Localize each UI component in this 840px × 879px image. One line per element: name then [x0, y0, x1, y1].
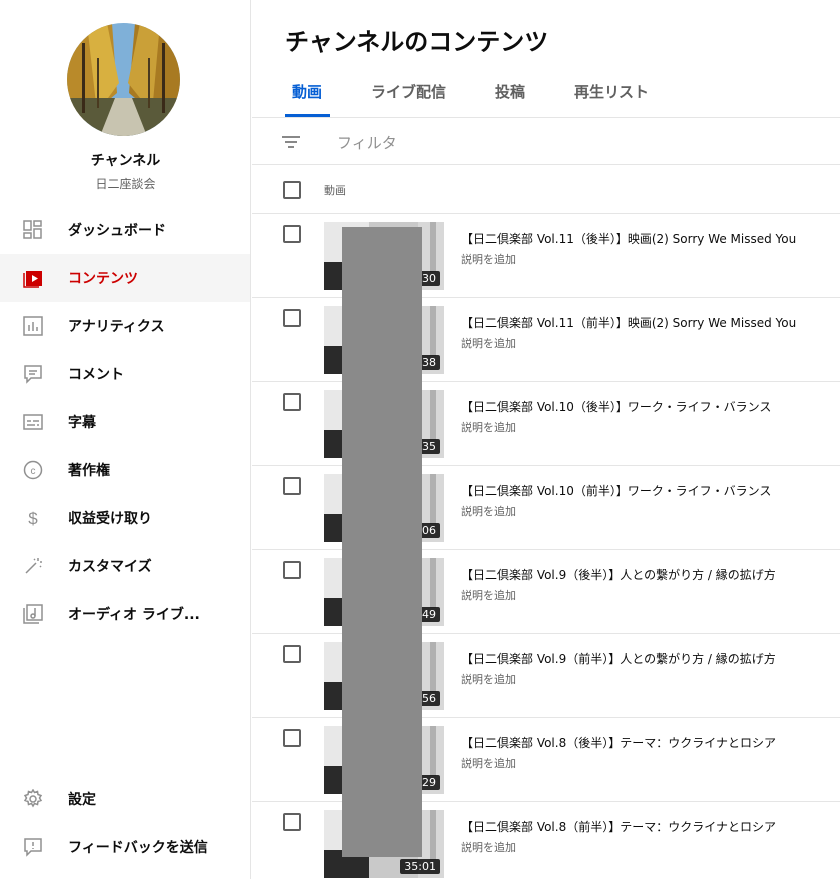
video-duration: 35:01 [400, 859, 440, 874]
add-description-link[interactable]: 説明を追加 [461, 755, 516, 771]
filter-input[interactable]: フィルタ [337, 132, 397, 153]
content-icon [21, 266, 45, 290]
tab-posts[interactable]: 投稿 [487, 70, 533, 117]
main-content: チャンネルのコンテンツ 動画 ライブ配信 投稿 再生リスト フィルタ 動画 30… [252, 0, 840, 879]
video-title[interactable]: 【日二倶楽部 Vol.11（前半）】映画(2) Sorry We Missed … [461, 314, 811, 331]
sidebar-nav: ダッシュボード コンテンツ アナリティクス コメント 字幕 c 著作権 $ 収益… [0, 206, 250, 638]
analytics-icon [21, 314, 45, 338]
select-all-checkbox[interactable] [283, 181, 301, 199]
sidebar-item-customization[interactable]: カスタマイズ [0, 542, 250, 590]
sidebar-item-label: コンテンツ [68, 271, 138, 287]
sidebar-item-label: コメント [68, 367, 124, 383]
sidebar-item-label: 字幕 [68, 415, 96, 431]
tab-playlists[interactable]: 再生リスト [566, 70, 657, 117]
table-row[interactable]: 38 【日二倶楽部 Vol.11（前半）】映画(2) Sorry We Miss… [252, 298, 840, 382]
filter-bar: フィルタ [252, 117, 840, 165]
row-checkbox[interactable] [283, 393, 301, 411]
add-description-link[interactable]: 説明を追加 [461, 839, 516, 855]
add-description-link[interactable]: 説明を追加 [461, 503, 516, 519]
tab-videos[interactable]: 動画 [285, 70, 331, 117]
tab-live[interactable]: ライブ配信 [363, 70, 454, 117]
add-description-link[interactable]: 説明を追加 [461, 587, 516, 603]
sidebar-item-audio-library[interactable]: オーディオ ライブ... [0, 590, 250, 638]
channel-name: チャンネル [90, 153, 161, 169]
add-description-link[interactable]: 説明を追加 [461, 251, 516, 267]
sidebar-bottom-nav: 設定 フィードバックを送信 [0, 775, 250, 871]
sidebar-item-label: オーディオ ライブ... [68, 607, 200, 623]
sidebar-item-content[interactable]: コンテンツ [0, 254, 250, 302]
table-row[interactable]: 30 【日二倶楽部 Vol.11（後半）】映画(2) Sorry We Miss… [252, 214, 840, 298]
add-description-link[interactable]: 説明を追加 [461, 335, 516, 351]
content-tabs: 動画 ライブ配信 投稿 再生リスト [285, 70, 690, 117]
sidebar-item-label: アナリティクス [68, 319, 165, 335]
video-title[interactable]: 【日二倶楽部 Vol.10（前半）】ワーク・ライフ・バランス [461, 482, 811, 499]
row-checkbox[interactable] [283, 561, 301, 579]
sidebar-item-settings[interactable]: 設定 [0, 775, 250, 823]
video-title[interactable]: 【日二倶楽部 Vol.9（後半）】人との繋がり方 / 縁の拡げ方 [461, 566, 811, 583]
sidebar-item-label: カスタマイズ [68, 559, 152, 575]
row-checkbox[interactable] [283, 813, 301, 831]
channel-handle: 日二座談会 [95, 177, 156, 191]
sidebar-item-earn[interactable]: $ 収益受け取り [0, 494, 250, 542]
table-row[interactable]: 56 【日二倶楽部 Vol.9（前半）】人との繋がり方 / 縁の拡げ方 説明を追… [252, 634, 840, 718]
sidebar: チャンネル 日二座談会 ダッシュボード コンテンツ アナリティクス コメント 字… [0, 0, 251, 879]
add-description-link[interactable]: 説明を追加 [461, 671, 516, 687]
svg-text:$: $ [28, 509, 38, 528]
table-row[interactable]: 29 【日二倶楽部 Vol.8（後半）】テーマ：ウクライナとロシア 説明を追加 [252, 718, 840, 802]
add-description-link[interactable]: 説明を追加 [461, 419, 516, 435]
row-checkbox[interactable] [283, 477, 301, 495]
table-row[interactable]: 49 【日二倶楽部 Vol.9（後半）】人との繋がり方 / 縁の拡げ方 説明を追… [252, 550, 840, 634]
sidebar-item-analytics[interactable]: アナリティクス [0, 302, 250, 350]
dollar-icon: $ [21, 506, 45, 530]
video-title[interactable]: 【日二倶楽部 Vol.8（前半）】テーマ：ウクライナとロシア [461, 818, 811, 835]
video-title[interactable]: 【日二倶楽部 Vol.8（後半）】テーマ：ウクライナとロシア [461, 734, 811, 751]
sidebar-item-dashboard[interactable]: ダッシュボード [0, 206, 250, 254]
dashboard-icon [21, 218, 45, 242]
sidebar-item-copyright[interactable]: c 著作権 [0, 446, 250, 494]
gear-icon [21, 787, 45, 811]
filter-icon[interactable] [281, 132, 301, 152]
list-header: 動画 [252, 165, 840, 214]
sidebar-item-comments[interactable]: コメント [0, 350, 250, 398]
sidebar-item-label: 収益受け取り [68, 511, 152, 527]
page-title: チャンネルのコンテンツ [285, 28, 549, 56]
table-row[interactable]: 06 【日二倶楽部 Vol.10（前半）】ワーク・ライフ・バランス 説明を追加 [252, 466, 840, 550]
sidebar-item-label: ダッシュボード [68, 223, 166, 239]
row-checkbox[interactable] [283, 225, 301, 243]
sidebar-item-subtitles[interactable]: 字幕 [0, 398, 250, 446]
table-row[interactable]: 35 【日二倶楽部 Vol.10（後半）】ワーク・ライフ・バランス 説明を追加 [252, 382, 840, 466]
subtitles-icon [21, 410, 45, 434]
sidebar-item-feedback[interactable]: フィードバックを送信 [0, 823, 250, 871]
sidebar-item-label: 著作権 [68, 463, 110, 479]
row-checkbox[interactable] [283, 729, 301, 747]
video-title[interactable]: 【日二倶楽部 Vol.11（後半）】映画(2) Sorry We Missed … [461, 230, 811, 247]
channel-avatar[interactable] [67, 23, 180, 136]
row-checkbox[interactable] [283, 309, 301, 327]
svg-text:c: c [31, 466, 36, 477]
sidebar-item-label: フィードバックを送信 [68, 840, 208, 856]
comment-icon [21, 362, 45, 386]
sidebar-item-label: 設定 [68, 792, 96, 808]
video-title[interactable]: 【日二倶楽部 Vol.10（後半）】ワーク・ライフ・バランス [461, 398, 811, 415]
magic-wand-icon [21, 554, 45, 578]
redaction-overlay [342, 227, 422, 857]
row-checkbox[interactable] [283, 645, 301, 663]
column-header-video: 動画 [324, 184, 346, 197]
audio-library-icon [21, 602, 45, 626]
feedback-icon [21, 835, 45, 859]
copyright-icon: c [21, 458, 45, 482]
table-row[interactable]: 35:01 【日二倶楽部 Vol.8（前半）】テーマ：ウクライナとロシア 説明を… [252, 802, 840, 879]
video-title[interactable]: 【日二倶楽部 Vol.9（前半）】人との繋がり方 / 縁の拡げ方 [461, 650, 811, 667]
